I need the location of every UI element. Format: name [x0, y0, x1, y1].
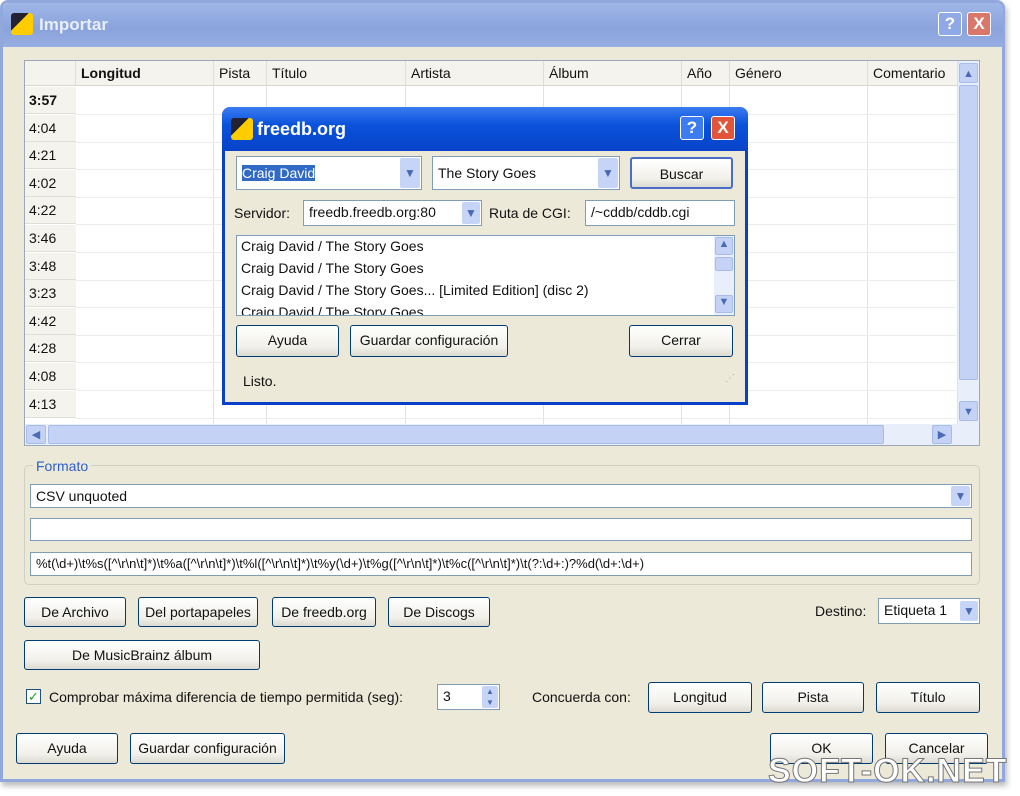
help-button[interactable]: ? [938, 12, 962, 36]
match-track-button[interactable]: Pista [762, 682, 864, 713]
column-header[interactable]: Álbum [544, 61, 682, 86]
resize-grip-icon[interactable]: ⋰ [725, 373, 735, 384]
result-item[interactable]: Craig David / The Story Goes... [Limited… [241, 282, 589, 298]
chevron-down-icon: ▼ [960, 601, 978, 621]
chevron-down-icon[interactable]: ▼ [951, 486, 970, 506]
column-header[interactable]: Título [267, 61, 406, 86]
watermark: SOFT-OK.NET [768, 752, 1008, 791]
column-header[interactable]: Pista [214, 61, 267, 86]
row-header[interactable]: 3:46 [25, 225, 76, 252]
time-diff-spinner[interactable]: 3 ▲ ▼ [437, 684, 500, 710]
results-list[interactable]: Craig David / The Story Goes Craig David … [236, 235, 735, 316]
horizontal-scrollbar[interactable]: ◀ ▶ [25, 424, 979, 445]
match-label: Concuerda con: [532, 689, 631, 705]
column-header[interactable]: Género [730, 61, 868, 86]
from-musicbrainz-button[interactable]: De MusicBrainz álbum [24, 640, 260, 670]
time-diff-label: Comprobar máxima diferencia de tiempo pe… [49, 689, 404, 705]
row-header[interactable]: 4:22 [25, 197, 76, 225]
format-legend: Formato [33, 458, 92, 474]
window-title: Importar [39, 15, 108, 34]
column-divider [867, 86, 868, 426]
grid-corner [25, 61, 76, 86]
server-label: Servidor: [234, 205, 291, 221]
close-button[interactable]: X [967, 12, 991, 36]
column-header[interactable]: Longitud [76, 61, 214, 86]
scroll-up-icon[interactable]: ▲ [715, 237, 733, 255]
app-icon [231, 118, 253, 140]
column-header[interactable]: Artista [406, 61, 544, 86]
spinner-arrows-icon[interactable]: ▲ ▼ [482, 686, 498, 708]
column-header[interactable]: Año [682, 61, 730, 86]
from-discogs-button[interactable]: De Discogs [388, 597, 490, 627]
scroll-down-icon[interactable]: ▼ [715, 295, 733, 313]
cgi-input[interactable]: /~cddb/cddb.cgi [585, 200, 735, 226]
format-pattern-input[interactable]: %t(\d+)\t%s([^\r\n\t]*)\t%a([^\r\n\t]*)\… [30, 552, 972, 576]
row-header[interactable]: 4:21 [25, 142, 76, 170]
format-select[interactable]: CSV unquoted ▼ [30, 484, 972, 508]
row-header[interactable]: 4:13 [25, 390, 76, 418]
scroll-right-icon[interactable]: ▶ [932, 425, 952, 444]
freedb-close-button[interactable]: X [711, 116, 735, 140]
horizontal-scroll-thumb[interactable] [48, 425, 884, 444]
server-select[interactable]: freedb.freedb.org:80 ▼ [303, 200, 482, 226]
destination-value: Etiqueta 1 [884, 602, 948, 618]
format-selected: CSV unquoted [36, 488, 128, 504]
chevron-down-icon[interactable]: ▼ [462, 202, 480, 224]
artist-value: Craig David [242, 165, 316, 181]
server-value: freedb.freedb.org:80 [309, 204, 436, 220]
freedb-title-bar: freedb.org ? X [222, 107, 748, 151]
column-divider [213, 86, 214, 426]
result-item[interactable]: Craig David / The Story Goes [241, 238, 424, 254]
row-header[interactable]: 4:42 [25, 307, 76, 335]
row-header[interactable]: 3:48 [25, 252, 76, 280]
chevron-down-icon[interactable]: ▼ [400, 158, 420, 188]
row-header[interactable]: 3:23 [25, 280, 76, 308]
time-diff-value: 3 [443, 688, 451, 704]
artist-combo[interactable]: Craig David ▼ [236, 156, 422, 190]
time-diff-checkbox[interactable]: ✓ [26, 689, 41, 704]
vertical-scrollbar[interactable]: ▲ ▼ [958, 61, 979, 424]
from-file-button[interactable]: De Archivo [24, 597, 126, 627]
destination-label: Destino: [815, 603, 867, 619]
freedb-title: freedb.org [257, 119, 347, 139]
result-item[interactable]: Craig David / The Story Goes [241, 260, 424, 276]
album-value: The Story Goes [438, 165, 537, 181]
from-clipboard-button[interactable]: Del portapapeles [138, 597, 258, 627]
row-divider [76, 417, 958, 419]
row-header[interactable]: 3:57 [25, 87, 76, 114]
results-scrollbar[interactable]: ▲ ▼ [714, 236, 734, 315]
save-config-button[interactable]: Guardar configuración [130, 733, 285, 764]
format-text-input[interactable] [30, 518, 972, 541]
help-footer-button[interactable]: Ayuda [16, 733, 118, 764]
cgi-label: Ruta de CGI: [489, 205, 571, 221]
row-header[interactable]: 4:02 [25, 169, 76, 197]
scroll-up-icon[interactable]: ▲ [959, 63, 978, 83]
app-icon [11, 13, 33, 35]
freedb-close-btn[interactable]: Cerrar [629, 325, 733, 357]
freedb-help-button[interactable]: ? [680, 116, 704, 140]
column-header[interactable]: Comentario [868, 61, 958, 86]
chevron-down-icon[interactable]: ▼ [598, 158, 618, 188]
album-combo[interactable]: The Story Goes ▼ [432, 156, 620, 190]
from-freedb-button[interactable]: De freedb.org [272, 597, 376, 627]
destination-select[interactable]: Etiqueta 1 ▼ [878, 598, 980, 624]
title-bar: Importar ? X [3, 3, 1003, 47]
freedb-dialog: freedb.org ? X Craig David ▼ The Story G… [222, 107, 748, 405]
result-item[interactable]: Craig David / The Story Goes [241, 304, 424, 315]
match-title-button[interactable]: Título [876, 682, 980, 713]
scroll-left-icon[interactable]: ◀ [26, 425, 46, 444]
match-length-button[interactable]: Longitud [648, 682, 752, 713]
freedb-help-btn[interactable]: Ayuda [236, 325, 339, 357]
scroll-down-icon[interactable]: ▼ [959, 401, 978, 421]
scroll-thumb[interactable] [715, 257, 733, 271]
status-text: Listo. [243, 373, 277, 389]
search-button[interactable]: Buscar [630, 157, 733, 189]
row-header[interactable]: 4:28 [25, 335, 76, 363]
row-header[interactable]: 4:04 [25, 114, 76, 142]
freedb-save-button[interactable]: Guardar configuración [350, 325, 508, 357]
vertical-scroll-thumb[interactable] [959, 85, 978, 380]
row-header[interactable]: 4:08 [25, 363, 76, 390]
